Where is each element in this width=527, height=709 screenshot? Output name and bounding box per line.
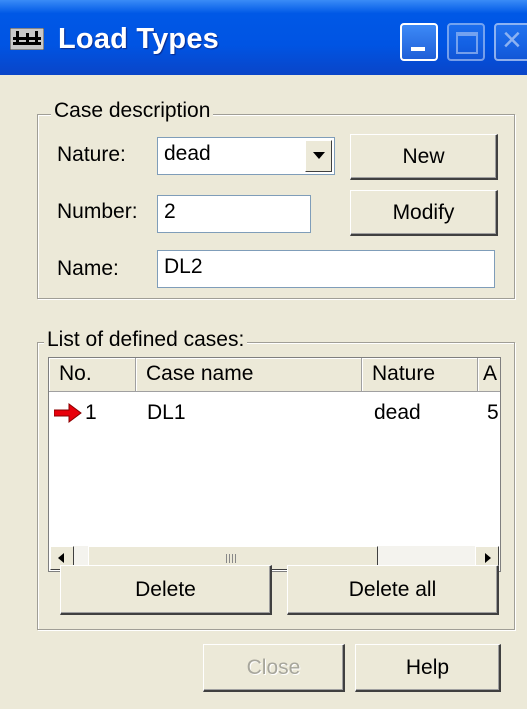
name-label: Name: <box>57 257 119 280</box>
delete-all-button[interactable]: Delete all <box>287 565 499 615</box>
row-nature: dead <box>374 401 421 424</box>
delete-button[interactable]: Delete <box>60 565 272 615</box>
app-icon <box>10 28 44 50</box>
column-header-no[interactable]: No. <box>49 358 136 392</box>
column-header-nature[interactable]: Nature <box>362 358 478 392</box>
case-description-legend: Case description <box>51 99 214 123</box>
title-bar[interactable]: Load Types <box>0 0 527 75</box>
new-button[interactable]: New <box>350 134 498 180</box>
column-header-case-name[interactable]: Case name <box>136 358 362 392</box>
defined-cases-legend: List of defined cases: <box>44 328 248 352</box>
current-case-arrow-icon <box>54 403 82 423</box>
row-extra: 5 <box>487 401 499 424</box>
window-title: Load Types <box>58 23 219 55</box>
list-header: No. Case name Nature A <box>49 358 500 392</box>
row-case-name: DL1 <box>147 401 186 424</box>
nature-label: Nature: <box>57 143 126 166</box>
row-no: 1 <box>85 401 97 424</box>
chevron-down-icon[interactable] <box>305 140 332 172</box>
column-header-extra[interactable]: A <box>478 358 500 392</box>
number-field[interactable]: 2 <box>157 195 311 233</box>
number-label: Number: <box>57 200 138 223</box>
close-button[interactable]: Close <box>203 644 345 692</box>
minimize-icon[interactable] <box>400 23 438 61</box>
help-button[interactable]: Help <box>355 644 501 692</box>
close-icon[interactable] <box>494 21 527 61</box>
name-field[interactable]: DL2 <box>157 250 495 288</box>
nature-value: dead <box>164 142 211 165</box>
nature-dropdown[interactable]: dead <box>157 137 335 175</box>
maximize-icon[interactable] <box>447 23 485 61</box>
modify-button[interactable]: Modify <box>350 190 498 236</box>
cases-list[interactable]: No. Case name Nature A 1 DL1 dead 5 <box>48 357 501 572</box>
